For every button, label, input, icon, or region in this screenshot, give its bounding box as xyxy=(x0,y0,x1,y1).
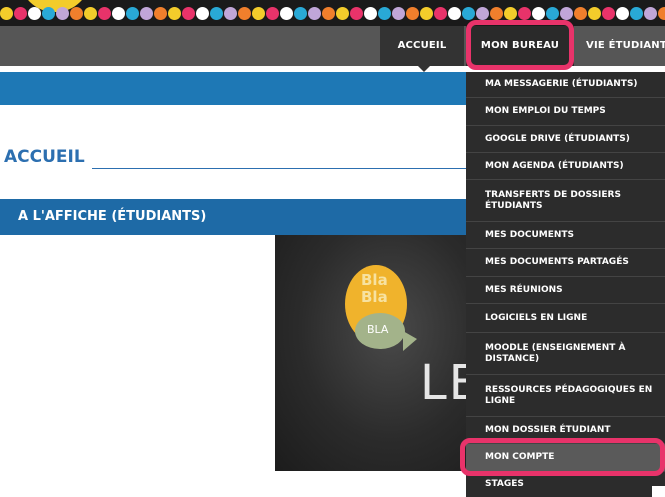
decoration-dot xyxy=(574,7,587,20)
decoration-dot xyxy=(70,7,83,20)
decoration-dot xyxy=(448,7,461,20)
decoration-dot xyxy=(42,7,55,20)
decoration-dot xyxy=(336,7,349,20)
decoration-dot xyxy=(112,7,125,20)
decoration-dot xyxy=(616,7,629,20)
featured-poster[interactable]: Bla Bla BLA LE xyxy=(275,235,467,471)
menu-item-mon-compte[interactable]: MON COMPTE xyxy=(466,444,665,472)
decoration-dot xyxy=(322,7,335,20)
decoration-dot xyxy=(560,7,573,20)
decoration-dot xyxy=(294,7,307,20)
decoration-dot xyxy=(476,7,489,20)
header-decoration xyxy=(0,0,665,26)
menu-item-google-drive[interactable]: GOOGLE DRIVE (ÉTUDIANTS) xyxy=(466,126,665,153)
blue-banner xyxy=(0,72,468,105)
decoration-dot xyxy=(280,7,293,20)
decoration-dot xyxy=(140,7,153,20)
decoration-dot xyxy=(196,7,209,20)
nav-accueil[interactable]: ACCUEIL xyxy=(380,26,464,66)
poster-bubble-text-3: BLA xyxy=(367,323,389,336)
decoration-dot xyxy=(238,7,251,20)
menu-item-ressources[interactable]: RESSOURCES PÉDAGOGIQUES EN LIGNE xyxy=(466,375,665,417)
decoration-dot xyxy=(406,7,419,20)
menu-item-agenda[interactable]: MON AGENDA (ÉTUDIANTS) xyxy=(466,153,665,180)
decoration-dot xyxy=(434,7,447,20)
poster-bubble-text-1: Bla xyxy=(361,271,388,289)
menu-item-documents-partages[interactable]: MES DOCUMENTS PARTAGÉS xyxy=(466,249,665,277)
decoration-dot xyxy=(84,7,97,20)
decoration-dot xyxy=(126,7,139,20)
decoration-dot xyxy=(350,7,363,20)
menu-item-transferts[interactable]: TRANSFERTS DE DOSSIERS ÉTUDIANTS xyxy=(466,180,665,222)
decoration-dot xyxy=(602,7,615,20)
menu-item-stages[interactable]: STAGES xyxy=(466,472,665,497)
decoration-dot xyxy=(588,7,601,20)
decoration-dot xyxy=(14,7,27,20)
decoration-dot xyxy=(98,7,111,20)
menu-item-mes-documents[interactable]: MES DOCUMENTS xyxy=(466,222,665,249)
decoration-dot xyxy=(364,7,377,20)
poster-headline: LE xyxy=(420,355,467,411)
title-underline xyxy=(92,168,467,169)
decoration-dot xyxy=(392,7,405,20)
section-header: A L'AFFICHE (ÉTUDIANTS) xyxy=(0,199,468,235)
decoration-dot xyxy=(462,7,475,20)
decoration-dot xyxy=(532,7,545,20)
corner-marker xyxy=(652,486,665,497)
decoration-dot xyxy=(56,7,69,20)
decoration-dot xyxy=(630,7,643,20)
decoration-dot xyxy=(154,7,167,20)
mon-bureau-dropdown: MA MESSAGERIE (ÉTUDIANTS) MON EMPLOI DU … xyxy=(466,72,665,497)
decoration-dot xyxy=(28,7,41,20)
page-title: ACCUEIL xyxy=(4,147,85,167)
decoration-dot xyxy=(0,7,13,20)
decoration-dot xyxy=(658,7,665,20)
menu-item-logiciels[interactable]: LOGICIELS EN LIGNE xyxy=(466,304,665,333)
poster-bubble-text-2: Bla xyxy=(361,288,388,306)
decoration-dot xyxy=(504,7,517,20)
nav-vie-etudiante[interactable]: VIE ÉTUDIANTE xyxy=(586,26,665,66)
decoration-dot xyxy=(420,7,433,20)
menu-item-moodle[interactable]: MOODLE (ENSEIGNEMENT À DISTANCE) xyxy=(466,333,665,375)
nav-mon-bureau[interactable]: MON BUREAU xyxy=(466,26,574,66)
decoration-dot xyxy=(546,7,559,20)
menu-item-dossier-etudiant[interactable]: MON DOSSIER ÉTUDIANT xyxy=(466,417,665,444)
decoration-dot xyxy=(182,7,195,20)
decoration-dot xyxy=(266,7,279,20)
menu-item-messagerie[interactable]: MA MESSAGERIE (ÉTUDIANTS) xyxy=(466,72,665,98)
main-navbar: ACCUEIL MON BUREAU VIE ÉTUDIANTE xyxy=(0,26,665,66)
menu-item-emploi-du-temps[interactable]: MON EMPLOI DU TEMPS xyxy=(466,98,665,126)
decoration-dot xyxy=(518,7,531,20)
decoration-dot xyxy=(378,7,391,20)
decoration-dot xyxy=(490,7,503,20)
decoration-dot xyxy=(644,7,657,20)
decoration-dot xyxy=(224,7,237,20)
decoration-dot xyxy=(168,7,181,20)
section-title: A L'AFFICHE (ÉTUDIANTS) xyxy=(18,209,207,224)
speech-bubble-tail xyxy=(403,331,417,351)
decoration-dot xyxy=(308,7,321,20)
menu-item-reunions[interactable]: MES RÉUNIONS xyxy=(466,277,665,304)
decoration-dot xyxy=(252,7,265,20)
decoration-dot xyxy=(210,7,223,20)
